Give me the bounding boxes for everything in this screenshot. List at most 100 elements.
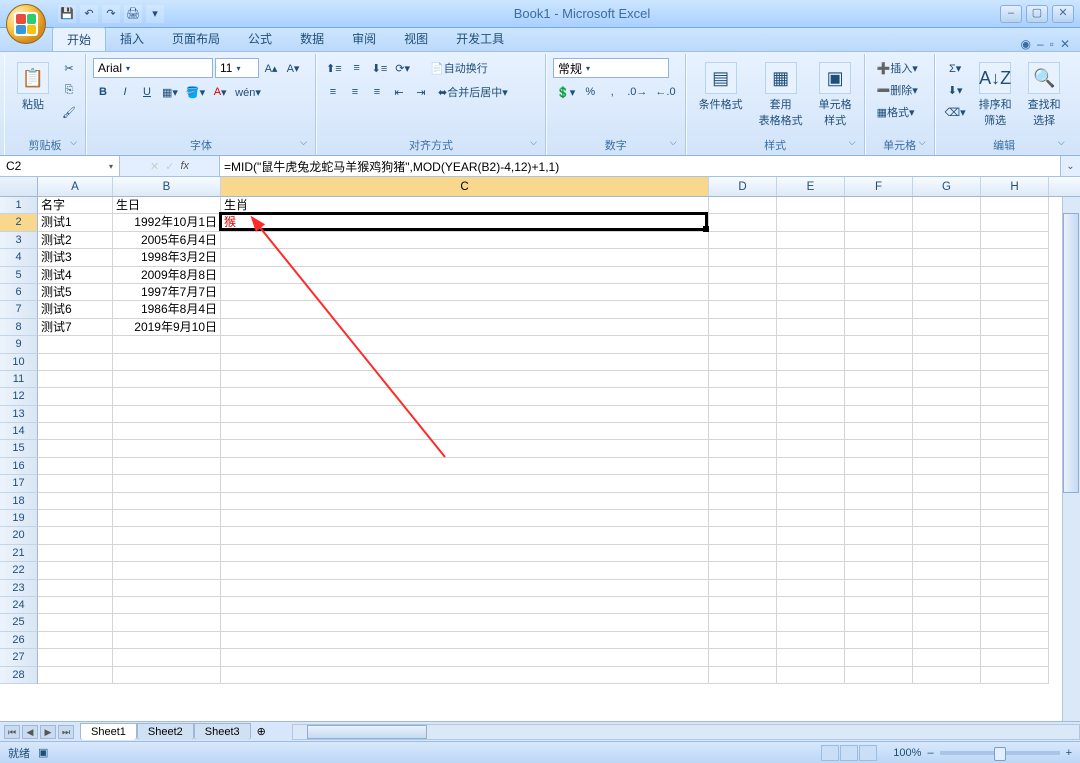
- cell[interactable]: [709, 458, 777, 475]
- cell[interactable]: [981, 336, 1049, 353]
- cell[interactable]: [981, 545, 1049, 562]
- normal-view-button[interactable]: [821, 745, 839, 761]
- cell[interactable]: [913, 475, 981, 492]
- fx-cancel[interactable]: ✕: [150, 160, 159, 173]
- cell[interactable]: [981, 667, 1049, 684]
- cell[interactable]: [709, 527, 777, 544]
- cell[interactable]: [777, 354, 845, 371]
- row-header[interactable]: 24: [0, 597, 38, 614]
- conditional-formatting-button[interactable]: ▤条件格式: [693, 58, 749, 116]
- cell[interactable]: [777, 562, 845, 579]
- row-header[interactable]: 26: [0, 632, 38, 649]
- row-header[interactable]: 8: [0, 319, 38, 336]
- cell[interactable]: [845, 667, 913, 684]
- cell[interactable]: [981, 423, 1049, 440]
- align-top-button[interactable]: ⬆≡: [323, 58, 345, 78]
- cell[interactable]: [709, 545, 777, 562]
- cell[interactable]: [709, 406, 777, 423]
- number-format-combo[interactable]: 常规: [553, 58, 669, 78]
- cell[interactable]: [981, 319, 1049, 336]
- cell[interactable]: [913, 232, 981, 249]
- cell[interactable]: [777, 649, 845, 666]
- cell[interactable]: [913, 527, 981, 544]
- row-header[interactable]: 21: [0, 545, 38, 562]
- cell[interactable]: [981, 562, 1049, 579]
- cell[interactable]: [845, 545, 913, 562]
- h-scroll-thumb[interactable]: [307, 725, 427, 739]
- cell[interactable]: [777, 614, 845, 631]
- cell[interactable]: [38, 354, 113, 371]
- cell[interactable]: [845, 301, 913, 318]
- cell[interactable]: [981, 284, 1049, 301]
- col-header-B[interactable]: B: [113, 177, 221, 196]
- cell[interactable]: [221, 632, 709, 649]
- cell[interactable]: [981, 475, 1049, 492]
- row-header[interactable]: 14: [0, 423, 38, 440]
- page-layout-view-button[interactable]: [840, 745, 858, 761]
- align-bottom-button[interactable]: ⬇≡: [369, 58, 391, 78]
- cell[interactable]: [113, 475, 221, 492]
- cell[interactable]: [777, 284, 845, 301]
- fill-button[interactable]: ⬇▾: [945, 80, 966, 100]
- cell[interactable]: [845, 632, 913, 649]
- percent-button[interactable]: %: [580, 82, 600, 102]
- cell[interactable]: [113, 632, 221, 649]
- cell[interactable]: [913, 667, 981, 684]
- row-header[interactable]: 28: [0, 667, 38, 684]
- cell[interactable]: [38, 562, 113, 579]
- formula-input[interactable]: =MID("鼠牛虎兔龙蛇马羊猴鸡狗猪",MOD(YEAR(B2)-4,12)+1…: [220, 156, 1060, 176]
- cell[interactable]: 测试1: [38, 214, 113, 231]
- cell[interactable]: [913, 214, 981, 231]
- cell[interactable]: 2005年6月4日: [113, 232, 221, 249]
- cell[interactable]: [221, 232, 709, 249]
- quick-print-button[interactable]: 🖨: [124, 5, 142, 23]
- cell[interactable]: [981, 388, 1049, 405]
- cell[interactable]: [221, 475, 709, 492]
- zoom-slider[interactable]: [940, 751, 1060, 755]
- cell[interactable]: [845, 319, 913, 336]
- cell[interactable]: [981, 232, 1049, 249]
- mdi-restore[interactable]: ▫: [1050, 37, 1054, 51]
- row-header[interactable]: 5: [0, 267, 38, 284]
- cell[interactable]: [221, 458, 709, 475]
- cell[interactable]: [845, 232, 913, 249]
- cell[interactable]: [913, 458, 981, 475]
- cell[interactable]: [777, 388, 845, 405]
- cell[interactable]: [913, 632, 981, 649]
- font-size-combo[interactable]: 11: [215, 58, 259, 78]
- cell[interactable]: [113, 354, 221, 371]
- cell[interactable]: [221, 440, 709, 457]
- cut-button[interactable]: ✂: [59, 58, 79, 78]
- col-header-E[interactable]: E: [777, 177, 845, 196]
- tab-审阅[interactable]: 审阅: [338, 27, 390, 51]
- decrease-font-button[interactable]: A▾: [283, 58, 303, 78]
- clear-button[interactable]: ⌫▾: [942, 102, 969, 122]
- paste-button[interactable]: 📋 粘贴: [11, 58, 55, 116]
- cell[interactable]: [221, 406, 709, 423]
- align-right-button[interactable]: ≡: [367, 82, 387, 102]
- spreadsheet-grid[interactable]: ABCDEFGH 1名字生日生肖2测试11992年10月1日猴3测试22005年…: [0, 177, 1080, 721]
- cell[interactable]: [709, 632, 777, 649]
- cell[interactable]: [845, 458, 913, 475]
- cell[interactable]: [38, 527, 113, 544]
- undo-button[interactable]: ↶: [80, 5, 98, 23]
- cell[interactable]: [777, 249, 845, 266]
- cell[interactable]: [38, 545, 113, 562]
- cell[interactable]: 测试5: [38, 284, 113, 301]
- cell[interactable]: [845, 614, 913, 631]
- cell[interactable]: [845, 197, 913, 214]
- cell[interactable]: 猴: [221, 214, 709, 231]
- sheet-tab-Sheet1[interactable]: Sheet1: [80, 723, 137, 740]
- cell[interactable]: 测试6: [38, 301, 113, 318]
- qat-more-button[interactable]: ▾: [146, 5, 164, 23]
- cell[interactable]: [38, 632, 113, 649]
- cell[interactable]: [221, 614, 709, 631]
- cell[interactable]: [709, 249, 777, 266]
- tab-公式[interactable]: 公式: [234, 27, 286, 51]
- cell[interactable]: [777, 597, 845, 614]
- cell[interactable]: [221, 667, 709, 684]
- row-header[interactable]: 10: [0, 354, 38, 371]
- cell[interactable]: [38, 580, 113, 597]
- cell[interactable]: [221, 388, 709, 405]
- cell[interactable]: [221, 284, 709, 301]
